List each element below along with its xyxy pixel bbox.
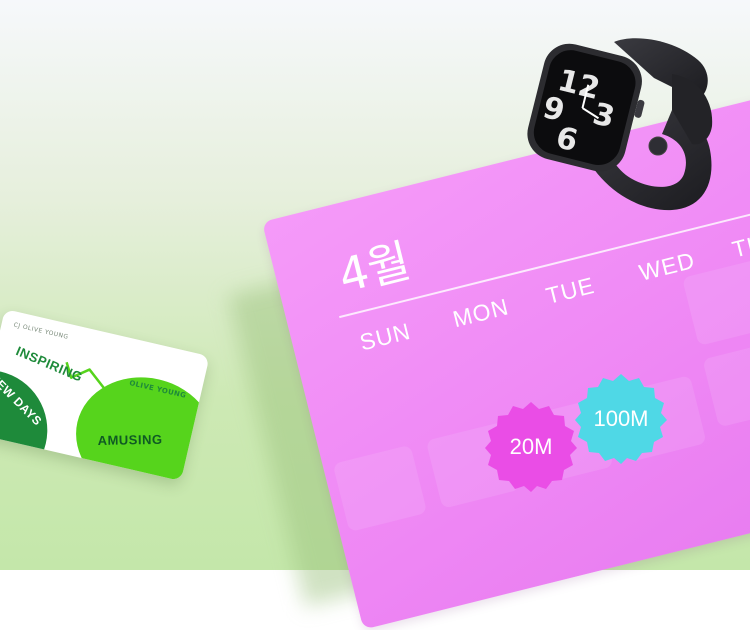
calendar-day-cell (702, 340, 750, 428)
weekday-tue: TUE (543, 271, 598, 310)
card-word-amusing: AMUSING (97, 431, 163, 448)
calendar-month-title: 4월 (333, 233, 416, 304)
badge-100m-label: 100M (593, 406, 649, 431)
badge-20m-label: 20M (509, 434, 553, 459)
weekday-sun: SUN (357, 317, 414, 356)
calendar-day-cell (332, 444, 428, 533)
smartwatch-icon: 12 3 6 9 (527, 38, 713, 211)
badge-20m: 20M (484, 400, 578, 494)
weekday-mon: MON (450, 293, 512, 333)
card-issuer-label: CJ OLIVE YOUNG (12, 321, 70, 341)
badge-100m: 100M (574, 372, 668, 466)
